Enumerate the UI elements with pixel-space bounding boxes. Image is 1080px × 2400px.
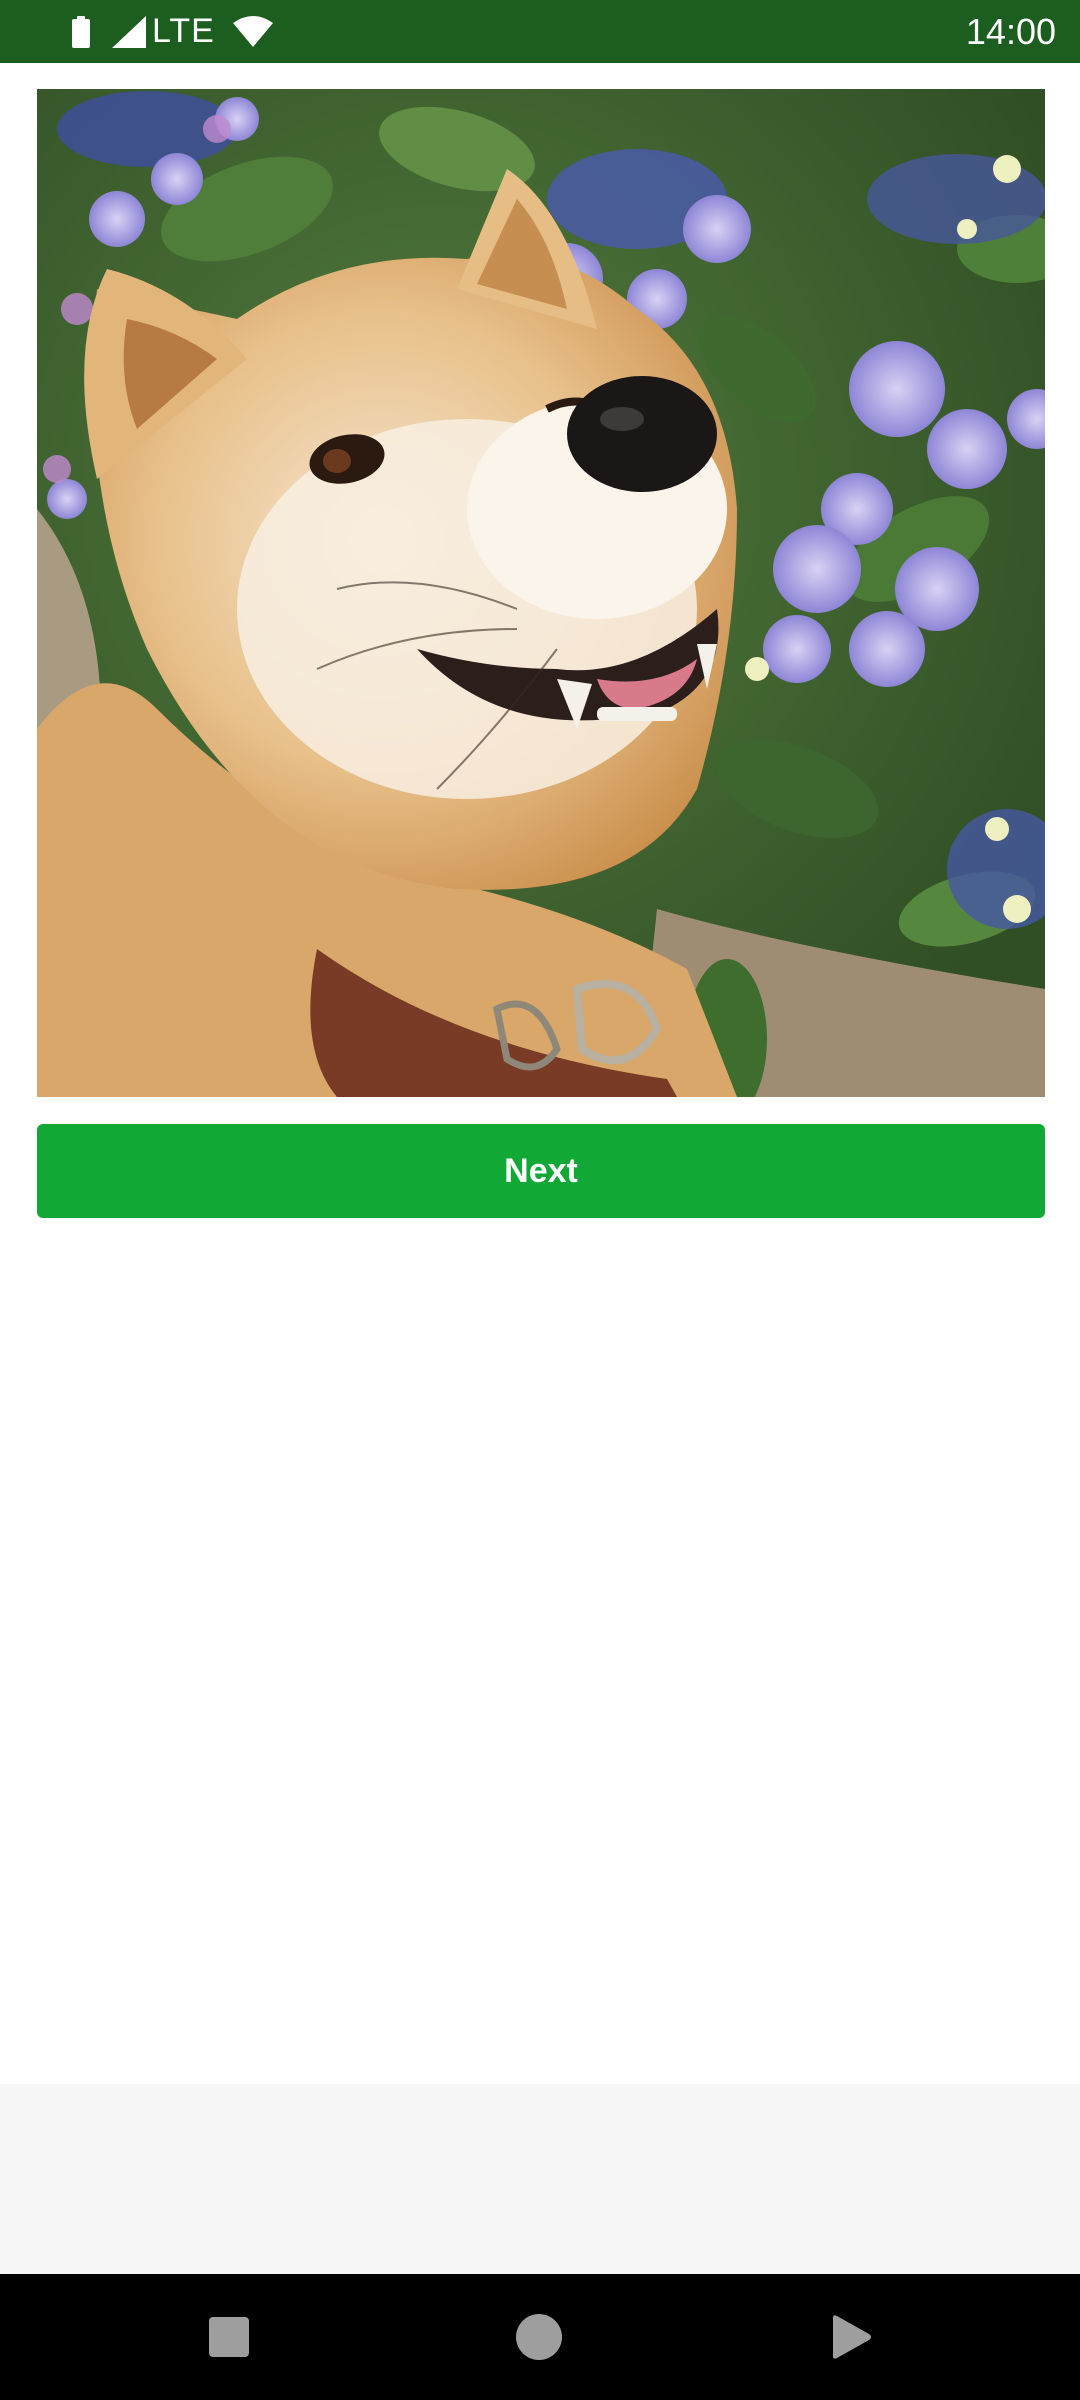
navigation-bar [0,2274,1080,2400]
home-button[interactable] [479,2274,599,2400]
status-icons: LTE [72,0,273,63]
back-icon [833,2315,871,2359]
recents-icon [209,2317,249,2357]
status-bar: LTE 14:00 [0,0,1080,63]
network-label: LTE [152,12,215,50]
wifi-icon [232,15,273,47]
back-button[interactable] [791,2274,911,2400]
next-button[interactable]: Next [37,1124,1045,1218]
clock: 14:00 [965,11,1056,52]
bottom-panel [0,2084,1080,2274]
shiba-inu-photo [37,89,1045,1097]
dog-photo [37,89,1045,1097]
signal-icon [112,15,146,48]
battery-icon [72,15,90,48]
home-icon [516,2314,562,2360]
recents-button[interactable] [169,2274,289,2400]
